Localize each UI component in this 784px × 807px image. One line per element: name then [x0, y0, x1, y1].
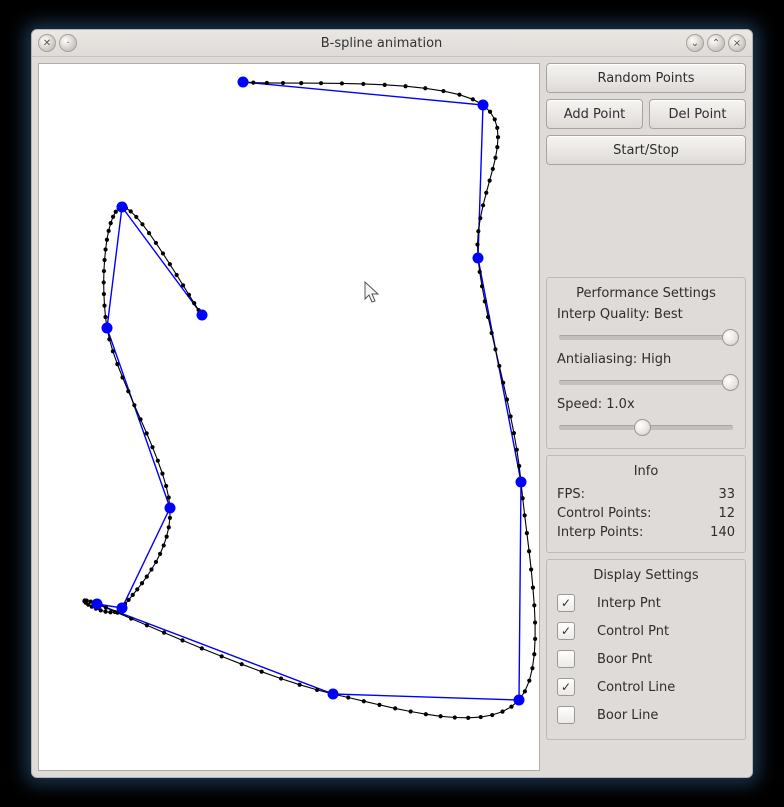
interp-quality-label: Interp Quality: Best: [557, 307, 735, 322]
add-point-button[interactable]: Add Point: [546, 99, 643, 129]
info-value: 12: [718, 506, 735, 521]
del-point-button[interactable]: Del Point: [649, 99, 746, 129]
titlebar: ✕ · B-spline animation ⌄ ⌃ ×: [32, 30, 752, 57]
control-point[interactable]: [473, 253, 484, 264]
app-icon: ✕: [38, 34, 56, 52]
display-option: Boor Line: [557, 701, 735, 729]
minimize-icon[interactable]: ⌄: [686, 34, 704, 52]
control-point[interactable]: [92, 599, 103, 610]
info-row: Control Points: 12: [557, 504, 735, 523]
display-option-label: Interp Pnt: [597, 596, 661, 611]
control-point[interactable]: [117, 603, 128, 614]
checkbox[interactable]: ✓: [557, 678, 575, 696]
display-option-label: Control Pnt: [597, 624, 669, 639]
interp-quality-slider[interactable]: [557, 326, 735, 348]
info-label: FPS:: [557, 487, 585, 502]
app-window: ✕ · B-spline animation ⌄ ⌃ × Random Poin…: [31, 29, 753, 778]
display-option: ✓ Control Pnt: [557, 617, 735, 645]
side-panel: Random Points Add Point Del Point Start/…: [546, 63, 746, 771]
control-point[interactable]: [516, 477, 527, 488]
display-option-label: Boor Line: [597, 708, 658, 723]
control-point[interactable]: [478, 100, 489, 111]
close-icon[interactable]: ×: [728, 34, 746, 52]
random-points-button[interactable]: Random Points: [546, 63, 746, 93]
control-point[interactable]: [165, 503, 176, 514]
start-stop-button[interactable]: Start/Stop: [546, 135, 746, 165]
control-point[interactable]: [328, 689, 339, 700]
control-point[interactable]: [117, 202, 128, 213]
spline-canvas[interactable]: [38, 63, 540, 771]
control-point[interactable]: [102, 323, 113, 334]
speed-slider[interactable]: [557, 416, 735, 438]
info-row: FPS: 33: [557, 485, 735, 504]
info-row: Interp Points: 140: [557, 523, 735, 542]
performance-settings-title: Performance Settings: [557, 286, 735, 301]
window-title: B-spline animation: [77, 36, 686, 51]
checkbox[interactable]: [557, 706, 575, 724]
display-option: Boor Pnt: [557, 645, 735, 673]
display-option-label: Boor Pnt: [597, 652, 652, 667]
control-point[interactable]: [197, 310, 208, 321]
checkbox[interactable]: [557, 650, 575, 668]
speed-label: Speed: 1.0x: [557, 397, 735, 412]
control-point[interactable]: [238, 77, 249, 88]
checkbox[interactable]: ✓: [557, 594, 575, 612]
cursor-icon: [365, 282, 378, 302]
maximize-icon[interactable]: ⌃: [707, 34, 725, 52]
info-label: Interp Points:: [557, 525, 643, 540]
info-value: 140: [710, 525, 735, 540]
performance-settings-group: Performance Settings Interp Quality: Bes…: [546, 277, 746, 449]
info-label: Control Points:: [557, 506, 652, 521]
antialiasing-label: Antialiasing: High: [557, 352, 735, 367]
display-settings-group: Display Settings ✓ Interp Pnt ✓ Control Pnt…: [546, 559, 746, 740]
info-title: Info: [557, 464, 735, 479]
antialiasing-slider[interactable]: [557, 371, 735, 393]
display-option: ✓ Control Line: [557, 673, 735, 701]
control-point[interactable]: [514, 695, 525, 706]
info-group: Info FPS: 33 Control Points: 12 Interp Point…: [546, 455, 746, 553]
checkbox[interactable]: ✓: [557, 622, 575, 640]
display-settings-title: Display Settings: [557, 568, 735, 583]
info-value: 33: [718, 487, 735, 502]
display-option: ✓ Interp Pnt: [557, 589, 735, 617]
menu-icon[interactable]: ·: [59, 34, 77, 52]
display-option-label: Control Line: [597, 680, 675, 695]
